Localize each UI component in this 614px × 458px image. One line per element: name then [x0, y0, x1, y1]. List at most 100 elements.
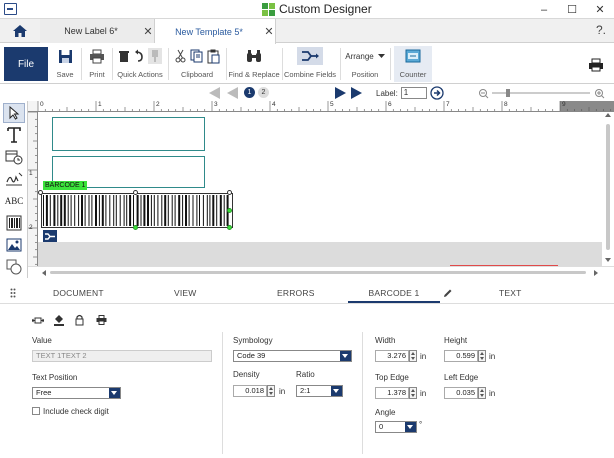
page-2-button[interactable]: 2: [258, 87, 269, 98]
vruler-ticks: [28, 112, 37, 265]
help-button[interactable]: ?.: [596, 23, 606, 37]
date-time-tool[interactable]: [3, 147, 25, 167]
counter-button[interactable]: Counter: [394, 46, 432, 82]
minimize-button[interactable]: –: [530, 0, 558, 19]
format-painter-icon[interactable]: [148, 48, 162, 64]
width-field[interactable]: 3.276: [375, 350, 409, 362]
resize-handle[interactable]: [38, 190, 43, 195]
print-button[interactable]: Print: [86, 46, 108, 82]
ratio-select[interactable]: 2:1: [296, 385, 343, 397]
signature-tool[interactable]: [3, 169, 25, 189]
barcode-format-icons: [30, 314, 110, 328]
vertical-scrollbar[interactable]: [602, 112, 614, 266]
density-field[interactable]: 0.018: [233, 385, 267, 397]
tab-new-label-6[interactable]: New Label 6* ✕: [40, 19, 155, 43]
page-1-button[interactable]: 1: [244, 87, 255, 98]
maximize-button[interactable]: ☐: [558, 0, 586, 19]
go-arrow-icon[interactable]: [430, 86, 444, 100]
check-digit-label: Include check digit: [43, 407, 109, 416]
close-window-button[interactable]: ✕: [586, 0, 614, 19]
copy-icon[interactable]: [190, 49, 203, 63]
left-edge-stepper[interactable]: [478, 387, 486, 399]
barcode-bar: [74, 195, 76, 226]
resize-handle[interactable]: [227, 190, 232, 195]
scroll-thumb[interactable]: [606, 124, 610, 250]
fit-size-icon[interactable]: [32, 315, 44, 326]
print-object-icon[interactable]: [96, 315, 107, 325]
scroll-right-icon[interactable]: [594, 270, 598, 276]
check-digit-checkbox[interactable]: [32, 407, 40, 415]
shape-tool[interactable]: [3, 257, 25, 277]
scroll-left-icon[interactable]: [42, 270, 46, 276]
save-button[interactable]: Save: [53, 46, 77, 82]
height-stepper[interactable]: [478, 350, 486, 362]
resize-handle[interactable]: [227, 225, 232, 230]
close-tab-icon[interactable]: ✕: [263, 25, 275, 38]
fill-bucket-icon[interactable]: [53, 314, 65, 326]
width-stepper[interactable]: [409, 350, 417, 362]
combine-fields-label: Combine Fields: [283, 70, 337, 79]
trash-icon[interactable]: [118, 49, 130, 63]
app-menu-icon[interactable]: [4, 3, 17, 15]
resize-handle[interactable]: [133, 190, 138, 195]
left-edge-field[interactable]: 0.035: [444, 387, 478, 399]
width-label: Width: [375, 336, 396, 345]
find-replace-label: Find & Replace: [228, 70, 280, 79]
ratio-value: 2:1: [300, 386, 311, 395]
combine-fields-button[interactable]: Combine Fields: [284, 46, 336, 82]
barcode-bar: [185, 195, 187, 226]
text-object-1[interactable]: [52, 117, 205, 151]
text-tool[interactable]: [3, 125, 25, 145]
value-field[interactable]: TEXT 1TEXT 2: [32, 350, 212, 362]
text-position-select[interactable]: Free: [32, 387, 121, 399]
ribbon-divider: [81, 48, 82, 80]
angle-select[interactable]: 0: [375, 421, 417, 433]
barcode-tool[interactable]: [3, 213, 25, 233]
barcode-object[interactable]: [41, 193, 233, 228]
density-stepper[interactable]: [267, 385, 275, 397]
resize-handle[interactable]: [133, 225, 138, 230]
tab-text[interactable]: TEXT: [499, 288, 522, 298]
symbology-select[interactable]: Code 39: [233, 350, 352, 362]
tab-document[interactable]: DOCUMENT: [53, 288, 104, 298]
barcode-bar: [45, 195, 48, 226]
previous-page-icon[interactable]: [227, 87, 238, 99]
zoom-slider[interactable]: [478, 87, 606, 99]
undo-icon[interactable]: [134, 49, 144, 63]
scroll-down-icon[interactable]: [605, 258, 611, 262]
scroll-thumb[interactable]: [50, 271, 586, 274]
width-unit: in: [420, 352, 427, 361]
tab-view[interactable]: VIEW: [174, 288, 197, 298]
scroll-up-icon[interactable]: [605, 113, 611, 117]
horizontal-scrollbar[interactable]: [28, 266, 614, 278]
file-button[interactable]: File: [4, 47, 48, 81]
paste-icon[interactable]: [207, 49, 220, 64]
drag-handle-icon[interactable]: [10, 288, 16, 298]
close-tab-icon[interactable]: ✕: [142, 25, 154, 38]
edit-pencil-icon[interactable]: [443, 288, 453, 298]
arrange-dropdown[interactable]: Arrange: [345, 46, 385, 66]
cut-icon[interactable]: [175, 49, 186, 63]
resize-handle[interactable]: [227, 208, 232, 213]
document-tab-row: New Label 6* ✕ New Template 5* ✕ ?.: [0, 19, 614, 44]
top-edge-stepper[interactable]: [409, 387, 417, 399]
top-edge-field[interactable]: 1.378: [375, 387, 409, 399]
ruler-label: 9: [562, 101, 566, 108]
lock-icon[interactable]: [75, 314, 84, 326]
first-page-icon[interactable]: [209, 87, 220, 99]
last-page-icon[interactable]: [351, 87, 362, 99]
label-canvas[interactable]: BARCODE 1: [38, 112, 602, 243]
select-tool[interactable]: [3, 103, 25, 123]
tab-new-template-5[interactable]: New Template 5* ✕: [155, 19, 276, 44]
tab-barcode-1[interactable]: BARCODE 1: [348, 288, 440, 303]
find-replace-button[interactable]: Find & Replace: [228, 46, 280, 82]
abc-tool[interactable]: ABC: [3, 191, 25, 211]
height-field[interactable]: 0.599: [444, 350, 478, 362]
print-preview-icon[interactable]: [588, 58, 604, 72]
next-page-icon[interactable]: [335, 87, 346, 99]
picture-tool[interactable]: [3, 235, 25, 255]
tab-errors[interactable]: ERRORS: [277, 288, 315, 298]
binoculars-icon: [247, 50, 261, 62]
home-button[interactable]: [0, 19, 40, 43]
label-number-input[interactable]: 1: [400, 87, 427, 99]
